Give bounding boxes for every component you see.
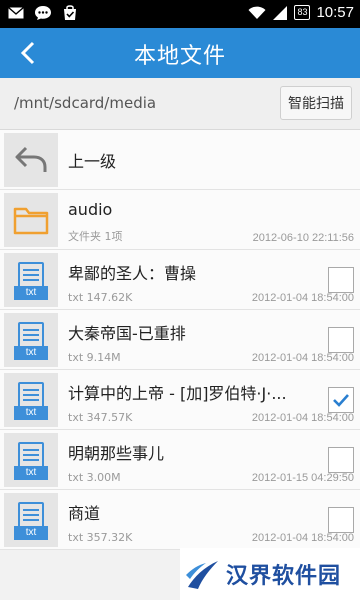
folder-meta: 文件夹 1项 [68, 230, 123, 243]
watermark: 汉界软件园 [180, 548, 360, 600]
folder-name: audio [68, 200, 113, 219]
txt-file-icon: txt [14, 500, 48, 540]
list-item[interactable]: txt 明朝那些事儿 txt 3.00M 2012-01-15 04:29:50 [0, 430, 360, 490]
list-item[interactable]: txt 商道 txt 357.32K 2012-01-04 18:54:00 [0, 490, 360, 550]
smart-scan-button[interactable]: 智能扫描 [280, 86, 352, 120]
file-checkbox[interactable] [328, 507, 354, 533]
file-checkbox[interactable] [328, 387, 354, 413]
file-list: 上一级 audio 文件夹 1项 2012-06-10 22:11:56 txt… [0, 130, 360, 550]
file-name: 卑鄙的圣人：曹操 [68, 264, 197, 283]
file-checkbox[interactable] [328, 327, 354, 353]
file-meta: txt 347.57K [68, 411, 133, 424]
current-path: /mnt/sdcard/media [14, 94, 157, 112]
file-thumb: txt [4, 313, 58, 367]
file-name: 明朝那些事儿 [68, 444, 165, 463]
list-item[interactable]: txt 大秦帝国-已重排 txt 9.14M 2012-01-04 18:54:… [0, 310, 360, 370]
up-thumb [4, 133, 58, 187]
file-meta: txt 9.14M [68, 351, 121, 364]
status-bar: 83 10:57 [0, 0, 360, 28]
mail-icon [8, 6, 24, 18]
file-checkbox[interactable] [328, 447, 354, 473]
path-bar: /mnt/sdcard/media 智能扫描 [0, 78, 360, 130]
txt-file-icon: txt [14, 260, 48, 300]
file-name: 大秦帝国-已重排 [68, 324, 186, 343]
file-thumb: txt [4, 373, 58, 427]
folder-thumb [4, 193, 58, 247]
file-date: 2012-01-04 18:54:00 [251, 532, 354, 544]
folder-date: 2012-06-10 22:11:56 [252, 232, 354, 244]
file-checkbox[interactable] [328, 267, 354, 293]
folder-icon [13, 207, 49, 235]
status-time: 10:57 [316, 4, 354, 21]
file-date: 2012-01-04 18:54:00 [251, 412, 354, 424]
watermark-logo-icon [186, 561, 218, 589]
watermark-text: 汉界软件园 [226, 564, 342, 589]
file-thumb: txt [4, 433, 58, 487]
list-item[interactable]: txt 计算中的上帝 - [加]罗伯特·J·... txt 347.57K 20… [0, 370, 360, 430]
battery-icon: 83 [294, 5, 311, 20]
checkmark-icon [333, 394, 349, 407]
folder-item[interactable]: audio 文件夹 1项 2012-06-10 22:11:56 [0, 190, 360, 250]
up-level-label: 上一级 [68, 152, 117, 171]
file-date: 2012-01-04 18:54:00 [251, 292, 354, 304]
shopping-bag-icon [64, 5, 76, 20]
file-thumb: txt [4, 493, 58, 547]
notification-icons [8, 4, 78, 21]
file-name: 商道 [68, 504, 101, 523]
file-meta: txt 3.00M [68, 471, 121, 484]
back-arrow-icon [15, 146, 47, 172]
file-date: 2012-01-04 18:54:00 [251, 352, 354, 364]
system-icons: 83 10:57 [248, 4, 354, 21]
txt-file-icon: txt [14, 440, 48, 480]
app-bar: 本地文件 [0, 28, 360, 78]
txt-file-icon: txt [14, 380, 48, 420]
wifi-icon [248, 6, 266, 19]
file-name: 计算中的上帝 - [加]罗伯特·J·... [68, 384, 287, 403]
page-title: 本地文件 [133, 44, 226, 69]
signal-icon [273, 5, 288, 20]
up-level-item[interactable]: 上一级 [0, 130, 360, 190]
txt-file-icon: txt [14, 320, 48, 360]
file-meta: txt 357.32K [68, 531, 133, 544]
file-meta: txt 147.62K [68, 291, 133, 304]
chat-icon [35, 5, 51, 20]
list-item[interactable]: txt 卑鄙的圣人：曹操 txt 147.62K 2012-01-04 18:5… [0, 250, 360, 310]
file-thumb: txt [4, 253, 58, 307]
file-date: 2012-01-15 04:29:50 [251, 472, 354, 484]
